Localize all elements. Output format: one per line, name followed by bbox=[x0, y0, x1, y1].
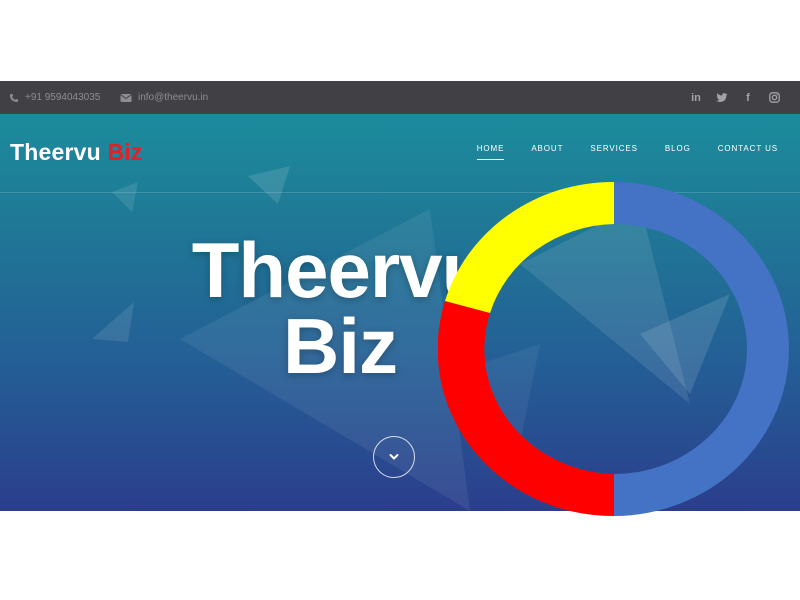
scroll-down-button[interactable] bbox=[373, 436, 415, 478]
nav-blog[interactable]: BLOG bbox=[665, 144, 691, 160]
donut-segment-blue bbox=[614, 182, 789, 516]
nav-about[interactable]: ABOUT bbox=[531, 144, 563, 160]
phone-icon bbox=[10, 93, 18, 102]
nav-home[interactable]: HOME bbox=[476, 144, 505, 160]
donut-segment-red bbox=[438, 301, 614, 517]
site-logo[interactable]: Theervu Biz bbox=[10, 139, 143, 166]
donut-segment-yellow bbox=[445, 181, 614, 313]
top-bar: +91 9594043035 info@theervu.in in f bbox=[0, 81, 800, 114]
twitter-icon[interactable] bbox=[716, 92, 728, 104]
envelope-icon bbox=[120, 93, 132, 102]
phone-number: +91 9594043035 bbox=[25, 92, 101, 103]
main-nav: HOME ABOUT SERVICES BLOG CONTACT US bbox=[476, 144, 778, 160]
facebook-icon[interactable]: f bbox=[742, 92, 754, 104]
email-contact[interactable]: info@theervu.in bbox=[120, 81, 208, 114]
linkedin-icon[interactable]: in bbox=[690, 92, 702, 104]
nav-contact-us[interactable]: CONTACT US bbox=[718, 144, 778, 160]
nav-services[interactable]: SERVICES bbox=[590, 144, 638, 160]
chevron-down-icon bbox=[389, 454, 399, 460]
instagram-icon[interactable] bbox=[768, 92, 780, 104]
social-links: in f bbox=[690, 81, 780, 114]
email-address: info@theervu.in bbox=[138, 92, 209, 103]
phone-contact[interactable]: +91 9594043035 bbox=[9, 81, 100, 114]
logo-text: Theervu bbox=[10, 139, 101, 165]
logo-accent-text: Biz bbox=[107, 139, 143, 165]
donut-ring-graphic bbox=[438, 181, 789, 517]
